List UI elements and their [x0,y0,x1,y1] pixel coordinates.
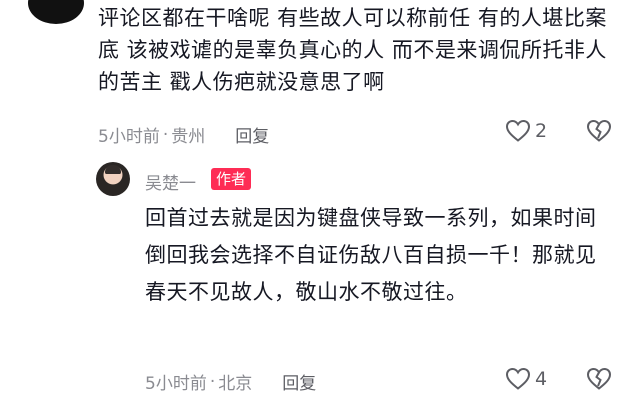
comment-location: 贵州 [171,127,206,147]
heart-outline-icon [505,367,531,390]
dislike-button[interactable] [586,119,612,143]
like-button[interactable]: 4 [505,367,547,391]
reply-button[interactable]: 回复 [235,122,269,147]
avatar[interactable] [28,0,84,24]
heart-outline-icon [505,119,531,142]
author-avatar[interactable] [96,162,130,196]
broken-heart-icon [586,119,612,142]
like-button[interactable]: 2 [505,119,547,143]
reply-button[interactable]: 回复 [282,369,316,394]
comment-text: 评论区都在干啥呢 有些故人可以称前任 有的人堪比案底 该被戏谑的是辜负真心的人 … [98,6,607,94]
comment-time: 5小时前 [145,374,207,394]
comment-time: 5小时前 [98,127,160,147]
author-badge: 作者 [211,168,252,190]
like-count: 4 [535,368,548,390]
like-count: 2 [535,120,548,142]
comment-text: 回首过去就是因为键盘侠导致一系列，如果时间倒回我会选择不自证伤敌八百自损一千！那… [145,206,597,304]
comment-location: 北京 [218,374,253,394]
comment-meta: 5小时前 · 北京 回复 [145,369,316,395]
meta-separator: · [209,371,216,392]
dislike-button[interactable] [586,367,612,391]
meta-separator: · [162,124,169,145]
comment-meta: 5小时前 · 贵州 回复 [98,122,269,148]
author-name[interactable]: 吴楚一 [145,169,196,194]
broken-heart-icon [586,367,612,390]
